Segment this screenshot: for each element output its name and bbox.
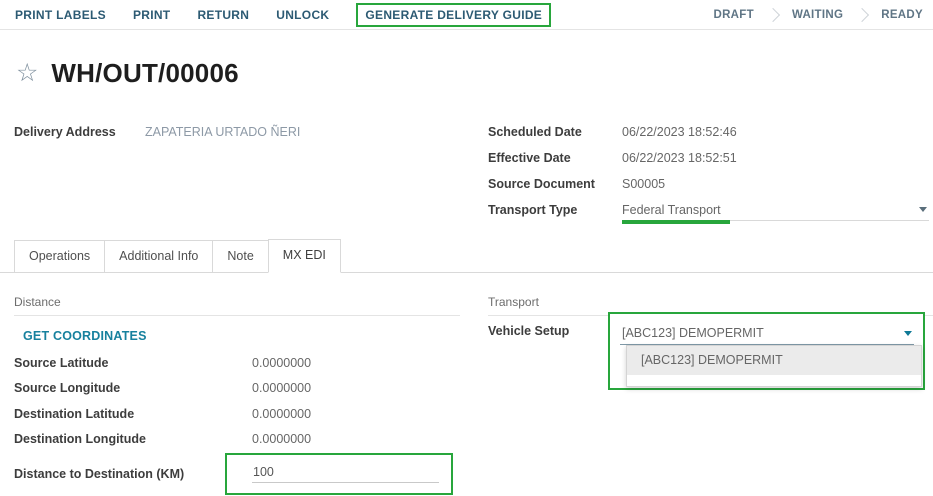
status-bar: DRAFT WAITING READY: [713, 9, 933, 21]
distance-to-destination-row: Distance to Destination (KM): [14, 453, 460, 495]
transport-type-value: Federal Transport: [622, 203, 919, 217]
print-labels-button[interactable]: PRINT LABELS: [15, 8, 106, 22]
distance-to-destination-input[interactable]: [252, 465, 439, 483]
destination-latitude-label: Destination Latitude: [14, 407, 252, 421]
form-sheet: ☆ WH/OUT/00006 Delivery Address ZAPATERI…: [0, 30, 933, 496]
chevron-right-icon: [855, 7, 869, 21]
distance-section: Distance GET COORDINATES Source Latitude…: [14, 273, 460, 495]
scheduled-date-row: Scheduled Date 06/22/2023 18:52:46: [488, 119, 929, 145]
caret-down-icon[interactable]: [919, 207, 927, 212]
coordinate-rows: Source Latitude 0.0000000 Source Longitu…: [14, 350, 460, 452]
favorite-star-icon[interactable]: ☆: [16, 61, 38, 86]
unlock-button[interactable]: UNLOCK: [276, 8, 329, 22]
print-button[interactable]: PRINT: [133, 8, 171, 22]
tab-mx-edi[interactable]: MX EDI: [268, 239, 341, 273]
generate-delivery-guide-button[interactable]: GENERATE DELIVERY GUIDE: [365, 8, 542, 22]
vehicle-setup-dropdown[interactable]: [ABC123] DEMOPERMIT: [620, 322, 914, 345]
mx-edi-pane: Distance GET COORDINATES Source Latitude…: [0, 273, 933, 496]
destination-latitude-row: Destination Latitude 0.0000000: [14, 401, 460, 427]
scheduled-date-value: 06/22/2023 18:52:46: [622, 125, 737, 139]
scheduled-date-label: Scheduled Date: [488, 125, 622, 139]
tab-note[interactable]: Note: [212, 240, 268, 272]
effective-date-value: 06/22/2023 18:52:51: [622, 151, 737, 165]
source-document-row: Source Document S00005: [488, 171, 929, 197]
tab-additional-info[interactable]: Additional Info: [104, 240, 213, 272]
vehicle-setup-value: [ABC123] DEMOPERMIT: [620, 326, 904, 340]
vehicle-setup-label: Vehicle Setup: [488, 324, 569, 338]
source-document-label: Source Document: [488, 177, 622, 191]
status-draft[interactable]: DRAFT: [713, 9, 753, 21]
source-longitude-label: Source Longitude: [14, 381, 252, 395]
return-button[interactable]: RETURN: [197, 8, 249, 22]
destination-longitude-row: Destination Longitude 0.0000000: [14, 427, 460, 453]
destination-longitude-value: 0.0000000: [252, 432, 311, 446]
status-waiting[interactable]: WAITING: [792, 9, 843, 21]
transport-section: Transport Vehicle Setup [ABC123] DEMOPER…: [488, 273, 933, 316]
source-longitude-value: 0.0000000: [252, 381, 311, 395]
transport-type-row: Transport Type Federal Transport: [488, 197, 929, 223]
generate-delivery-guide-annotation: GENERATE DELIVERY GUIDE: [356, 3, 551, 27]
vehicle-setup-annotation: [ABC123] DEMOPERMIT [ABC123] DEMOPERMIT: [608, 312, 925, 390]
source-latitude-row: Source Latitude 0.0000000: [14, 350, 460, 376]
effective-date-label: Effective Date: [488, 151, 622, 165]
chevron-right-icon: [766, 7, 780, 21]
header-right-fields: Scheduled Date 06/22/2023 18:52:46 Effec…: [488, 119, 929, 223]
delivery-address-label: Delivery Address: [14, 125, 145, 139]
vehicle-setup-option[interactable]: [ABC123] DEMOPERMIT: [627, 346, 921, 375]
tab-operations[interactable]: Operations: [14, 240, 105, 272]
transport-type-green-underline-annotation: [622, 220, 730, 224]
notebook-tabs: Operations Additional Info Note MX EDI: [0, 241, 933, 273]
transport-section-title: Transport: [488, 273, 933, 316]
delivery-address-value[interactable]: ZAPATERIA URTADO ÑERI: [145, 125, 300, 139]
get-coordinates-button[interactable]: GET COORDINATES: [23, 329, 147, 343]
distance-section-title: Distance: [14, 273, 460, 316]
source-latitude-value: 0.0000000: [252, 356, 311, 370]
destination-latitude-value: 0.0000000: [252, 407, 311, 421]
source-latitude-label: Source Latitude: [14, 356, 252, 370]
caret-down-icon[interactable]: [904, 331, 912, 336]
distance-to-destination-label: Distance to Destination (KM): [14, 467, 225, 481]
status-ready[interactable]: READY: [881, 9, 923, 21]
page-title: WH/OUT/00006: [51, 58, 238, 89]
record-header: ☆ WH/OUT/00006: [16, 58, 239, 89]
destination-longitude-label: Destination Longitude: [14, 432, 252, 446]
distance-input-annotation: [225, 453, 453, 495]
transport-type-dropdown[interactable]: Federal Transport: [622, 199, 929, 221]
effective-date-row: Effective Date 06/22/2023 18:52:51: [488, 145, 929, 171]
transport-type-label: Transport Type: [488, 203, 622, 217]
source-longitude-row: Source Longitude 0.0000000: [14, 376, 460, 402]
source-document-value: S00005: [622, 177, 665, 191]
delivery-address-row: Delivery Address ZAPATERIA URTADO ÑERI: [14, 125, 454, 139]
vehicle-setup-dropdown-menu: [ABC123] DEMOPERMIT: [626, 345, 922, 387]
control-panel: PRINT LABELS PRINT RETURN UNLOCK GENERAT…: [0, 0, 933, 30]
